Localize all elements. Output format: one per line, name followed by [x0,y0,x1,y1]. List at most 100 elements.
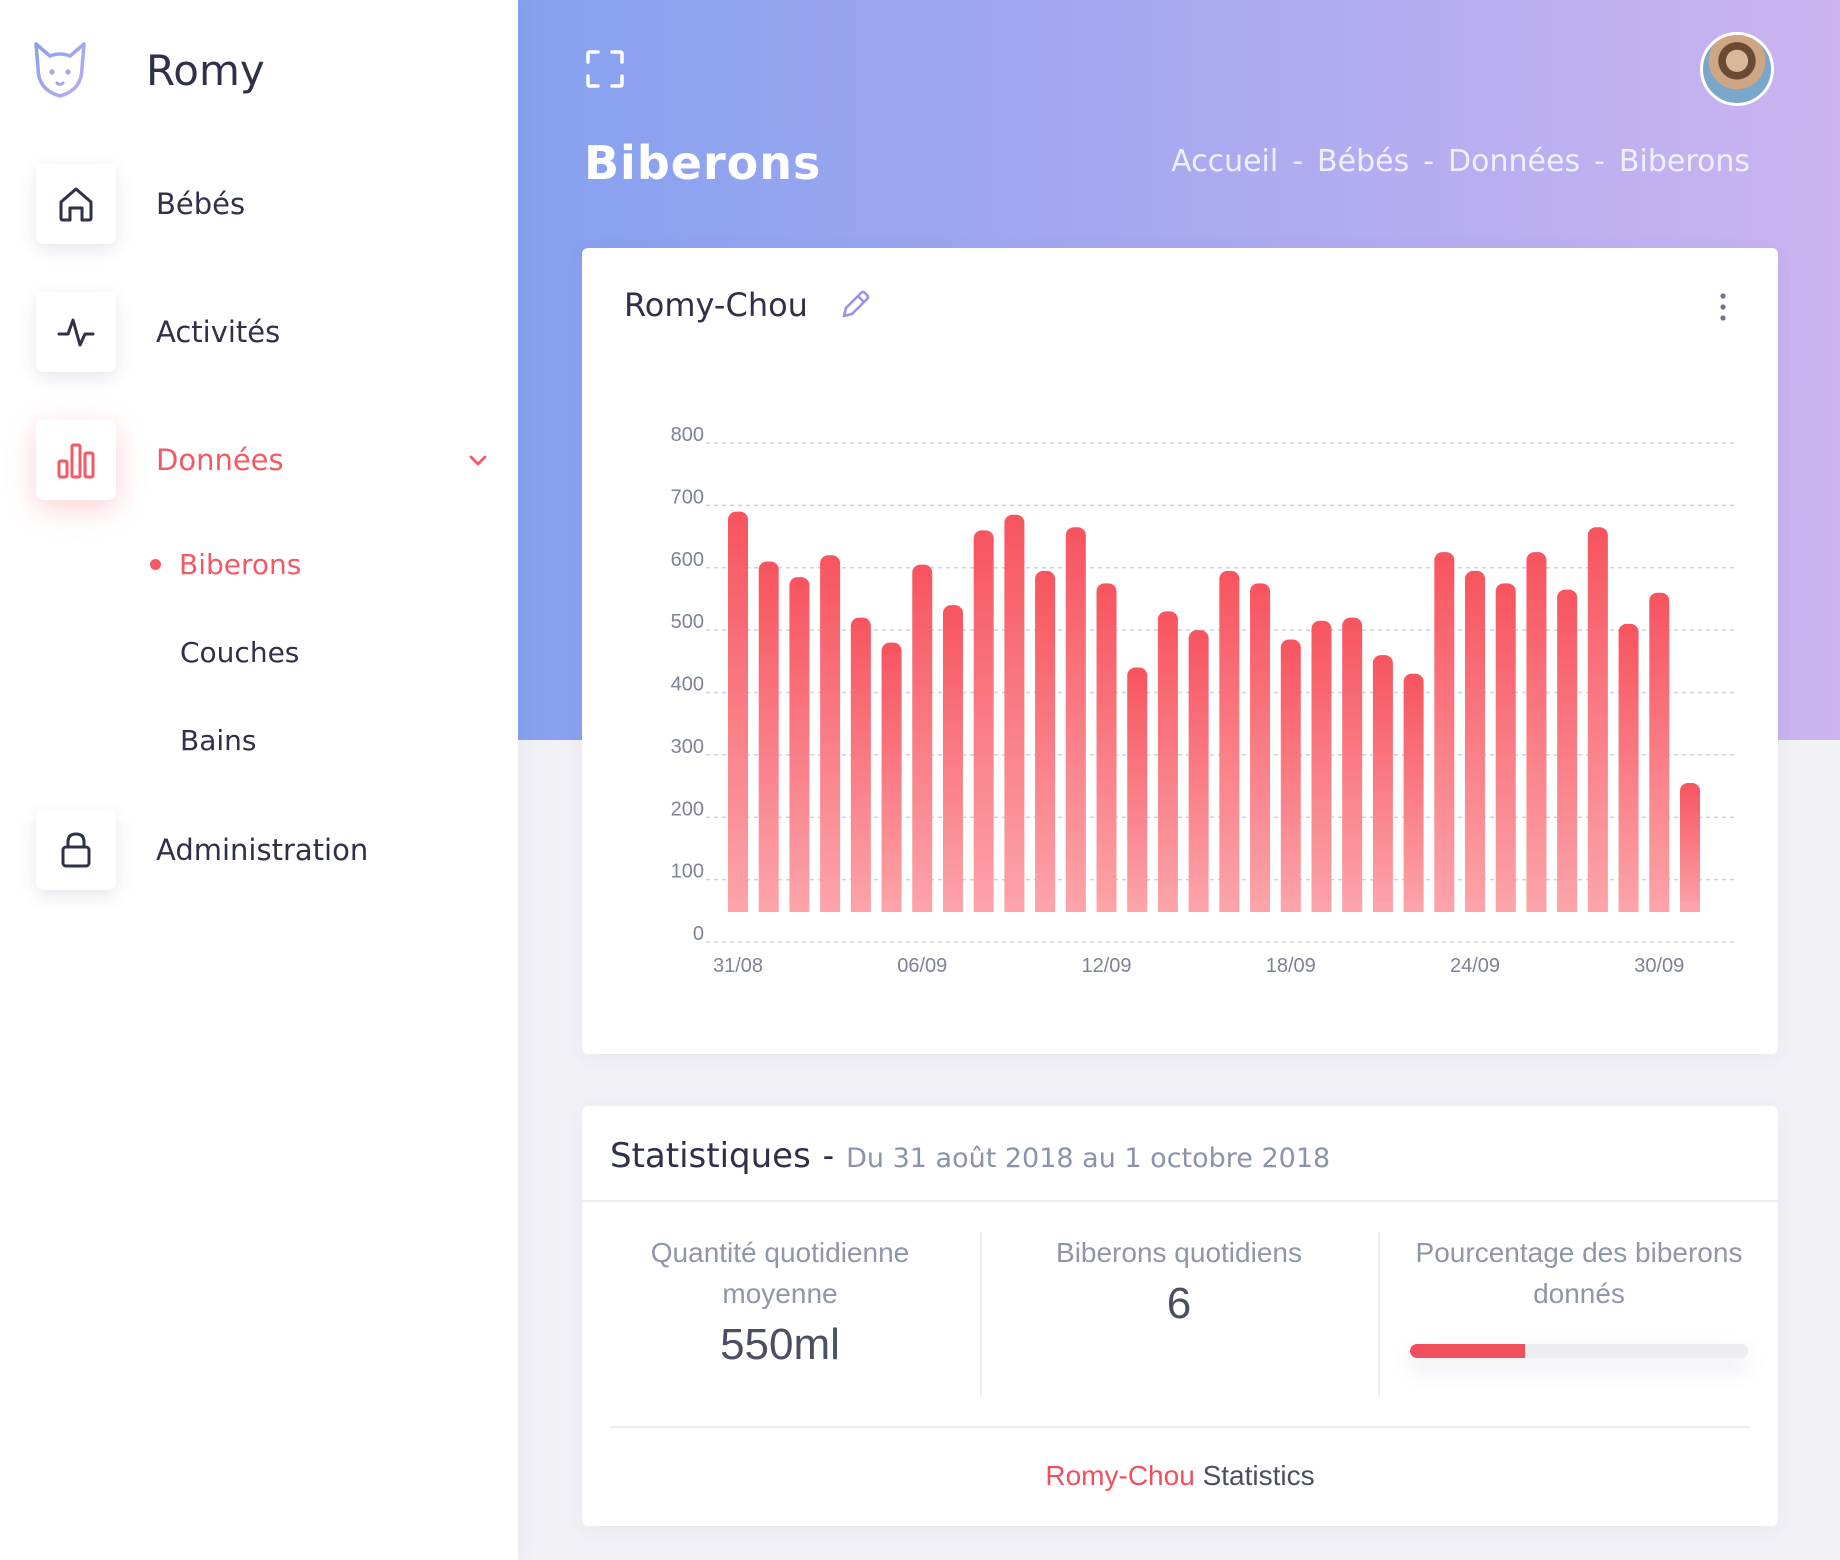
chart-bar-base [1342,902,1363,912]
chart-bar[interactable] [1649,592,1670,912]
breadcrumb-item-bebes[interactable]: Bébés [1317,144,1409,179]
y-tick-label: 100 [671,861,704,883]
home-icon [59,187,93,222]
sidebar-subitem-label: Bains [180,724,257,757]
sidebar-item-administration[interactable]: Administration [36,810,496,890]
chart-bar[interactable] [1311,620,1332,912]
chart-bar[interactable] [1557,589,1578,912]
chart-bar[interactable] [1680,782,1700,912]
chart-card: Romy-Chou 0 100 200 300 400 500 600 700 800 31/0… [582,248,1778,1054]
statistics-footer-name: Romy-Chou [1045,1460,1195,1491]
sidebar-subitem-biberons[interactable]: Biberons [150,548,301,581]
chart-bar-base [850,902,871,912]
chart-bar[interactable] [1465,570,1486,912]
chart-bar[interactable] [912,564,933,912]
chart-bar-base [1188,902,1209,912]
bottle-volume-bar-chart: 0 100 200 300 400 500 600 700 800 31/08 06/09 12/0… [671,424,1734,977]
chart-bar[interactable] [1342,617,1363,912]
chart-bar[interactable] [1219,570,1240,912]
stat-value: 6 [1166,1279,1192,1328]
chart-bar-base [789,902,810,912]
chart-bar-base [758,902,779,912]
y-axis: 0 100 200 300 400 500 600 700 800 [671,424,704,945]
chart-bar[interactable] [881,642,902,912]
chart-bar[interactable] [1250,583,1271,912]
chevron-down-icon[interactable] [466,448,490,472]
chart-bar-base [1004,902,1025,912]
stat-bottles-given-percentage: Pourcentage des biberons donnés [1378,1232,1778,1396]
stat-value: 550ml [720,1320,840,1369]
chart-bar[interactable] [1035,570,1056,912]
x-tick-label: 06/09 [897,955,947,977]
chart-bar-base [1372,902,1393,912]
sidebar-item-label: Bébés [156,187,246,221]
chart-bar[interactable] [1065,527,1086,912]
chart-bar[interactable] [973,530,994,912]
x-tick-label: 24/09 [1450,955,1500,977]
chart-bar[interactable] [1004,514,1025,912]
nav-icon-box [36,810,116,890]
chart-bar-base [1219,902,1240,912]
brand[interactable]: Romy [30,38,265,102]
chart-bar-base [1526,902,1547,912]
chart-bar[interactable] [1618,623,1639,912]
chart-bar-base [1557,902,1578,912]
nav-icon-box [36,164,116,244]
breadcrumb: Accueil - Bébés - Données - Biberons [1171,144,1750,179]
sidebar-subitem-bains[interactable]: Bains [180,724,256,757]
chart-bar[interactable] [1587,527,1608,912]
lock-icon [61,832,91,868]
sidebar-item-donnees[interactable]: Données [36,420,496,500]
nav-icon-box [36,420,116,500]
chart-bar[interactable] [1188,630,1209,912]
stat-label: Biberons quotidiens [1056,1237,1302,1268]
chart-bar[interactable] [1403,673,1424,912]
chart-bar[interactable] [728,511,748,912]
y-tick-label: 200 [671,798,704,820]
chart-bar-base [1434,902,1455,912]
sidebar-item-activites[interactable]: Activités [36,292,496,372]
activity-pulse-icon [57,318,95,347]
page-title: Biberons [584,136,822,190]
sidebar-item-label: Données [156,443,284,477]
chart-bar[interactable] [820,555,841,912]
chart-bar[interactable] [1127,667,1148,912]
sidebar-item-bebes[interactable]: Bébés [36,164,496,244]
breadcrumb-separator: - [1594,144,1605,179]
statistics-header: Statistiques - Du 31 août 2018 au 1 octo… [610,1136,1330,1176]
chart-bar[interactable] [758,561,779,912]
breadcrumb-separator: - [1292,144,1304,179]
breadcrumb-item-accueil[interactable]: Accueil [1171,144,1278,179]
chart-bar-base [1065,902,1086,912]
y-tick-label: 0 [693,923,704,945]
x-tick-label: 31/08 [713,955,763,977]
stat-daily-bottles: Biberons quotidiens 6 [980,1232,1376,1396]
sidebar-item-label: Administration [156,833,369,867]
chart-bar[interactable] [1096,583,1117,912]
sidebar-subitem-label: Biberons [179,548,302,581]
sidebar-subitem-couches[interactable]: Couches [180,636,299,669]
chart-bar-base [1280,902,1301,912]
user-avatar[interactable] [1700,32,1774,106]
chart-bar[interactable] [1157,611,1178,912]
chart-bar[interactable] [1526,552,1547,912]
chart-bar-base [1649,902,1670,912]
app-name: Romy [146,45,265,95]
chart-bar[interactable] [1495,583,1516,912]
chart-bar[interactable] [1280,639,1301,912]
chart-bar-base [942,902,963,912]
sidebar: Romy Bébés Activités Données Biberons Co… [0,0,518,1560]
chart-bar-base [1618,902,1639,912]
chart-bar[interactable] [789,577,810,912]
chart-bar[interactable] [1372,655,1393,912]
fullscreen-icon[interactable] [584,48,626,90]
y-tick-label: 500 [671,611,704,633]
statistics-title: Statistiques [610,1136,811,1176]
chart-bar[interactable] [1434,552,1455,912]
chart-bar-base [912,902,933,912]
breadcrumb-item-biberons[interactable]: Biberons [1619,144,1750,179]
chart-bar-base [1587,902,1608,912]
chart-bar[interactable] [942,605,963,912]
breadcrumb-item-donnees[interactable]: Données [1448,144,1580,179]
chart-bar[interactable] [850,617,871,912]
